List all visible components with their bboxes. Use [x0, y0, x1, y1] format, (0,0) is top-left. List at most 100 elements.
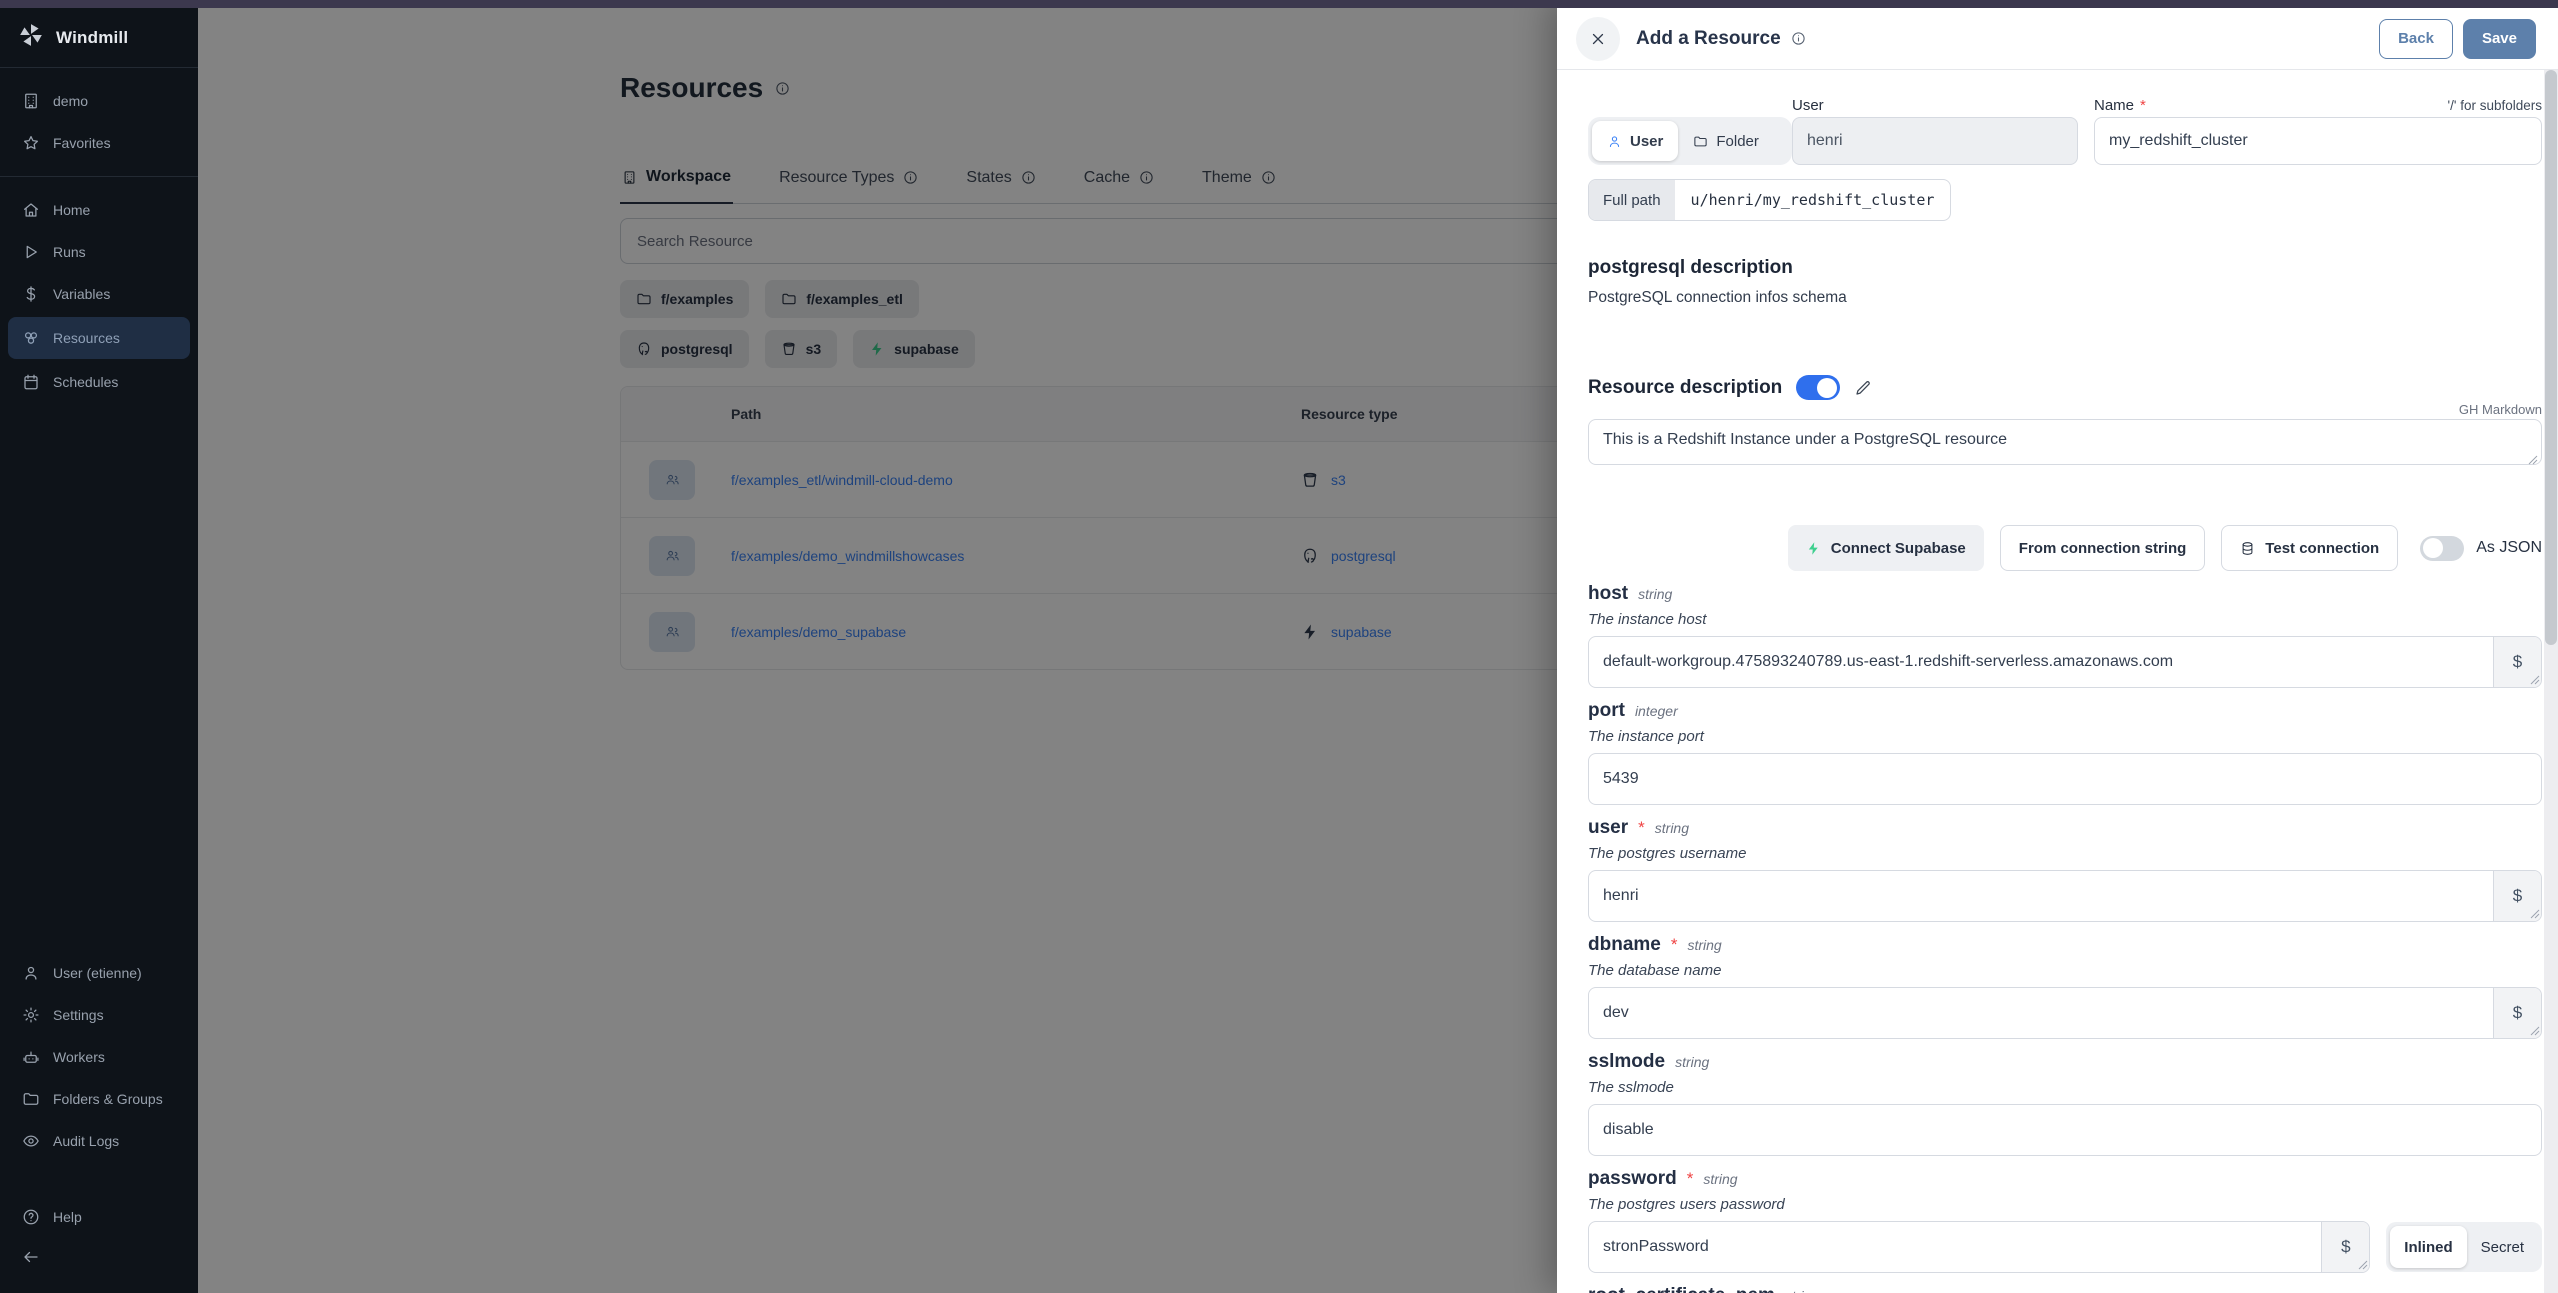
host-input[interactable] — [1588, 636, 2542, 688]
password-input[interactable] — [1588, 1221, 2370, 1273]
drawer-scrollbar[interactable] — [2544, 70, 2558, 1293]
sidebar-item-favorites[interactable]: Favorites — [0, 122, 198, 164]
boxes-icon — [22, 329, 40, 347]
field-host: host string The instance host $ — [1588, 583, 2542, 688]
sidebar-item-folders-groups[interactable]: Folders & Groups — [0, 1078, 198, 1120]
info-icon[interactable] — [1791, 31, 1806, 46]
nav-label: Folders & Groups — [53, 1091, 163, 1107]
field-root-certificate-pem: root_certificate_pem string — [1588, 1285, 2542, 1293]
field-dbname: dbname* string The database name $ — [1588, 934, 2542, 1039]
name-field-input[interactable] — [2094, 117, 2542, 165]
password-mode-toggle: Inlined Secret — [2386, 1222, 2542, 1272]
collapse-sidebar-button[interactable] — [0, 1238, 198, 1287]
name-label-text: Name — [2094, 97, 2134, 114]
field-name: root_certificate_pem — [1588, 1285, 1775, 1293]
drawer-title-text: Add a Resource — [1636, 28, 1781, 50]
sidebar-item-audit-logs[interactable]: Audit Logs — [0, 1120, 198, 1162]
user-field-label: User — [1792, 95, 2078, 115]
sidebar-item-settings[interactable]: Settings — [0, 994, 198, 1036]
field-name: port — [1588, 700, 1625, 722]
resize-handle — [2358, 1260, 2368, 1270]
close-drawer-button[interactable] — [1576, 17, 1620, 61]
connect-supabase-button[interactable]: Connect Supabase — [1788, 525, 1984, 571]
sidebar-item-user[interactable]: User (etienne) — [0, 952, 198, 994]
sidebar-item-variables[interactable]: Variables — [0, 273, 198, 315]
field-sslmode: sslmode string The sslmode — [1588, 1051, 2542, 1156]
required-asterisk: * — [1671, 935, 1678, 955]
dbname-input[interactable] — [1588, 987, 2542, 1039]
owner-folder-segment[interactable]: Folder — [1678, 121, 1774, 161]
sidebar: Windmill demo Favorites Home Runs — [0, 8, 198, 1293]
field-name: password — [1588, 1168, 1677, 1190]
connection-actions: Connect Supabase From connection string … — [1588, 525, 2542, 571]
back-button[interactable]: Back — [2379, 19, 2453, 59]
drawer-title: Add a Resource — [1636, 28, 1806, 50]
sidebar-item-resources[interactable]: Resources — [8, 317, 190, 359]
field-name: sslmode — [1588, 1051, 1665, 1073]
sidebar-item-workers[interactable]: Workers — [0, 1036, 198, 1078]
arrow-left-icon — [22, 1248, 40, 1266]
nav-label: User (etienne) — [53, 965, 142, 981]
field-description: The sslmode — [1588, 1079, 2542, 1098]
field-description: The postgres username — [1588, 845, 2542, 864]
drawer-header: Add a Resource Back Save — [1557, 8, 2558, 70]
as-json-toggle[interactable] — [2420, 536, 2464, 561]
inlined-option[interactable]: Inlined — [2390, 1226, 2466, 1268]
user-input[interactable] — [1588, 870, 2542, 922]
dollar-icon — [22, 285, 40, 303]
as-json-label: As JSON — [2476, 539, 2542, 557]
eye-icon — [22, 1132, 40, 1150]
from-connection-string-button[interactable]: From connection string — [2000, 525, 2206, 571]
resize-handle — [2530, 1026, 2540, 1036]
field-password: password* string The postgres users pass… — [1588, 1168, 2542, 1273]
field-port: port integer The instance port — [1588, 700, 2542, 805]
description-toggle[interactable] — [1796, 375, 1840, 400]
drawer-body: User Folder User Name — [1588, 71, 2542, 1293]
required-asterisk: * — [1687, 1169, 1694, 1189]
field-type: string — [1638, 586, 1672, 602]
nav-label: Audit Logs — [53, 1133, 119, 1149]
required-asterisk: * — [1638, 818, 1645, 838]
gear-icon — [22, 1006, 40, 1024]
page: Windmill demo Favorites Home Runs — [0, 0, 2558, 1293]
supabase-bolt-icon — [1806, 541, 1821, 556]
sidebar-item-home[interactable]: Home — [0, 189, 198, 231]
button-label: Test connection — [2265, 540, 2379, 557]
type-description-body: PostgreSQL connection infos schema — [1588, 289, 2542, 307]
sidebar-item-runs[interactable]: Runs — [0, 231, 198, 273]
nav-label: Runs — [53, 244, 86, 260]
sidebar-item-schedules[interactable]: Schedules — [0, 361, 198, 403]
nav-label: Variables — [53, 286, 110, 302]
add-resource-drawer: Add a Resource Back Save User — [1557, 0, 2558, 1293]
sidebar-item-help[interactable]: Help — [0, 1196, 198, 1238]
sslmode-input[interactable] — [1588, 1104, 2542, 1156]
pencil-icon[interactable] — [1854, 379, 1872, 397]
port-input[interactable] — [1588, 753, 2542, 805]
owner-user-segment[interactable]: User — [1592, 121, 1678, 161]
test-connection-button[interactable]: Test connection — [2221, 525, 2398, 571]
user-field-input[interactable] — [1792, 117, 2078, 165]
nav-label: Schedules — [53, 374, 118, 390]
calendar-icon — [22, 373, 40, 391]
secret-option[interactable]: Secret — [2467, 1226, 2538, 1268]
button-label: Connect Supabase — [1831, 540, 1966, 557]
field-name: host — [1588, 583, 1628, 605]
field-description: The postgres users password — [1588, 1196, 2542, 1215]
brand[interactable]: Windmill — [0, 8, 198, 67]
database-icon — [2240, 541, 2255, 556]
help-label: Help — [53, 1209, 82, 1225]
field-type: string — [1687, 937, 1721, 953]
workspace-label: demo — [53, 93, 88, 109]
scrollbar-thumb[interactable] — [2545, 70, 2557, 645]
favorites-label: Favorites — [53, 135, 111, 151]
field-name: user — [1588, 817, 1628, 839]
resource-description-heading: Resource description — [1588, 377, 1782, 399]
type-description-heading: postgresql description — [1588, 257, 2542, 279]
building-icon — [22, 92, 40, 110]
play-icon — [22, 243, 40, 261]
sidebar-item-workspace[interactable]: demo — [0, 80, 198, 122]
field-description: The database name — [1588, 962, 2542, 981]
save-button[interactable]: Save — [2463, 19, 2536, 59]
resource-description-textarea[interactable]: This is a Redshift Instance under a Post… — [1588, 419, 2542, 465]
required-asterisk: * — [2140, 97, 2146, 114]
